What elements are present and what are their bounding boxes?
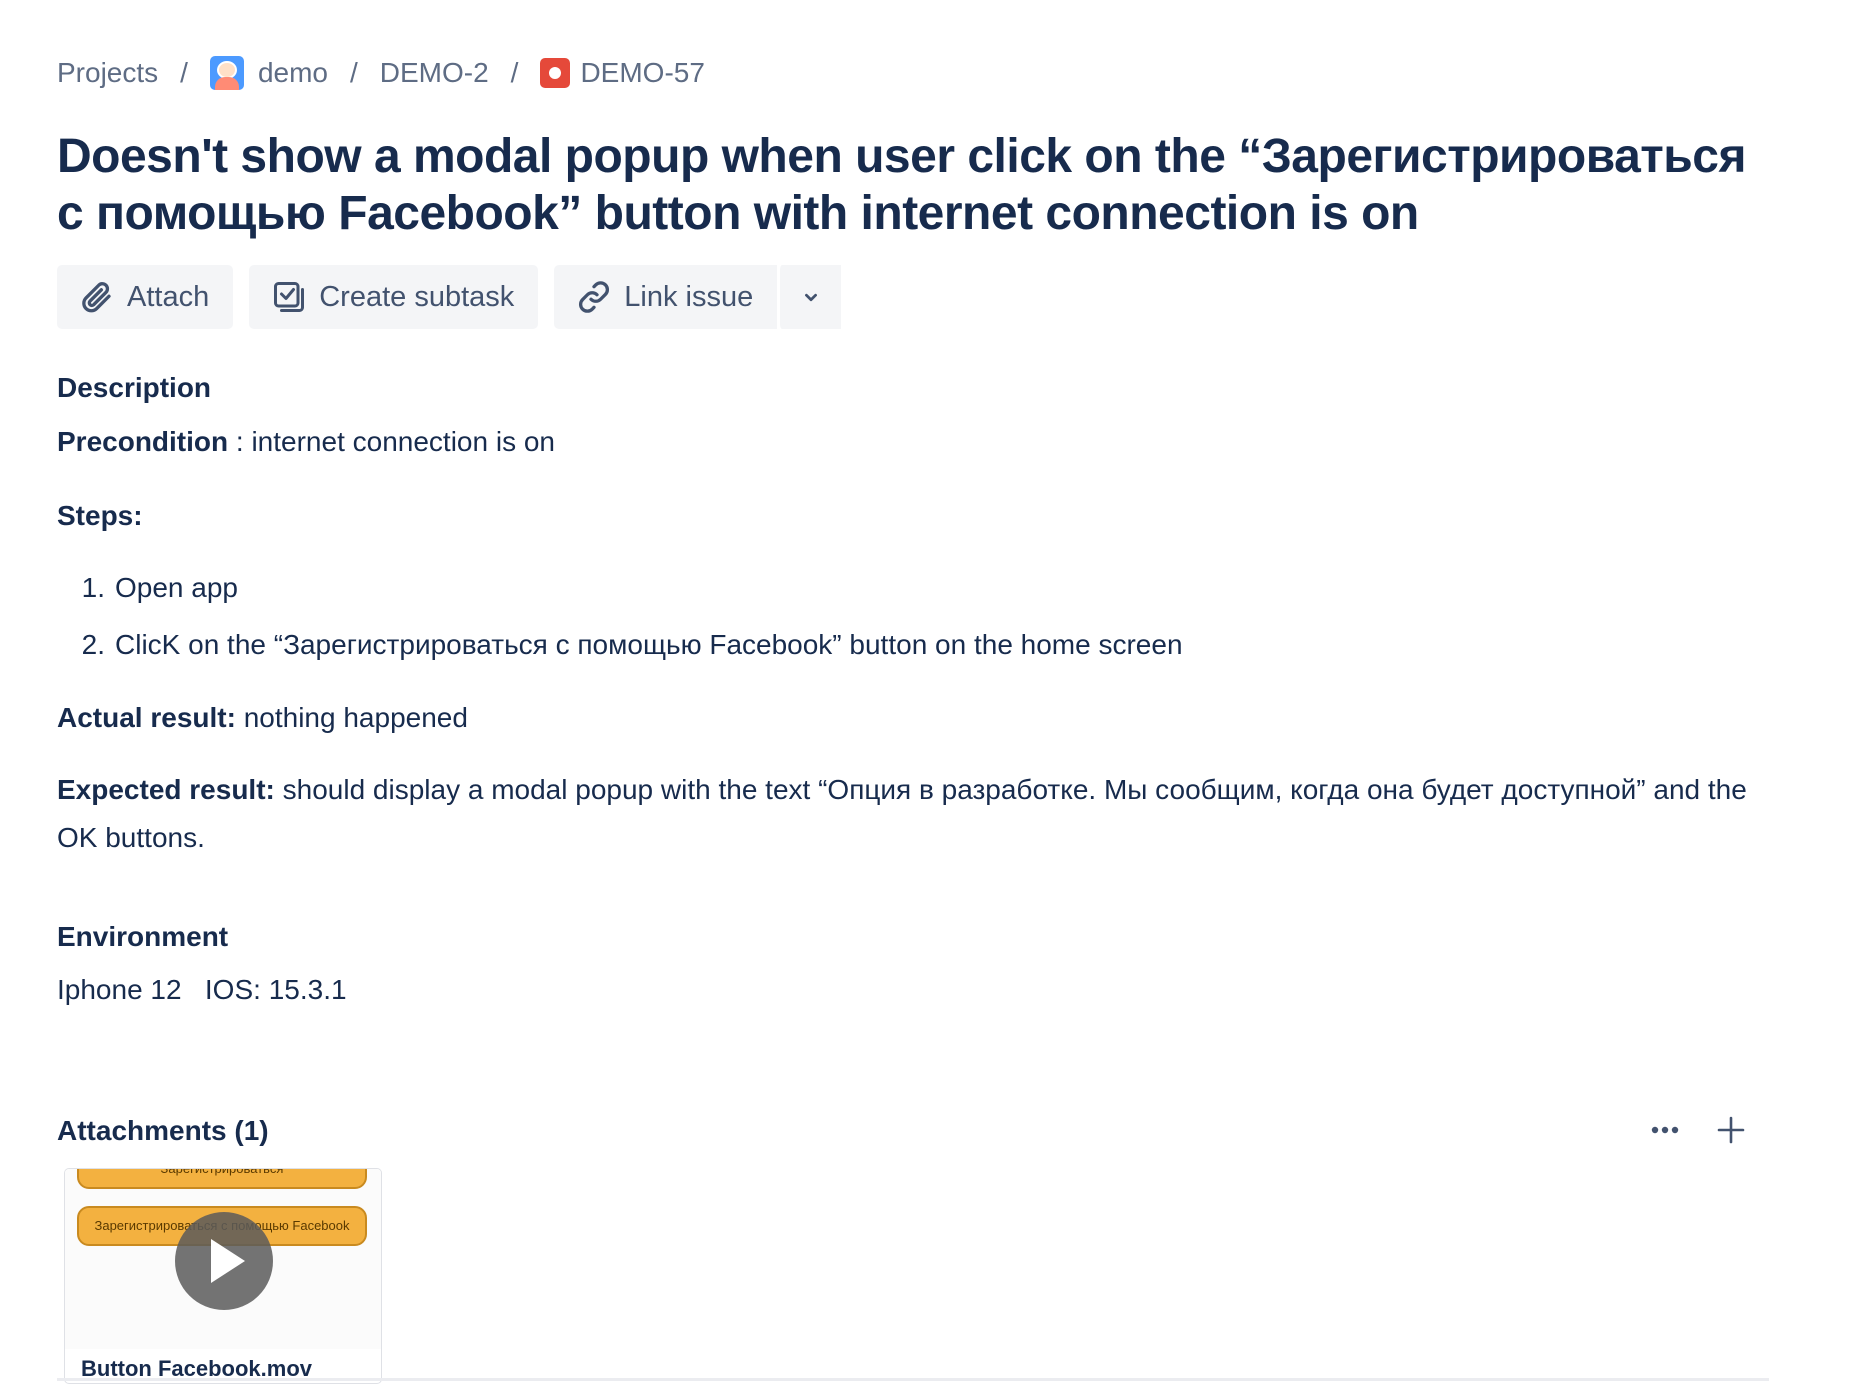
actual-result-label: Actual result:	[57, 702, 236, 733]
create-subtask-button[interactable]: Create subtask	[249, 265, 539, 329]
breadcrumb-separator: /	[349, 57, 358, 88]
attach-label: Attach	[127, 280, 210, 313]
more-icon	[1651, 1126, 1679, 1134]
breadcrumb-separator: /	[180, 57, 188, 88]
expected-result-text: should display a modal popup with the te…	[57, 774, 1747, 853]
bug-icon	[540, 58, 571, 88]
attachment-card[interactable]: Зарегистрироваться Зарегистрироваться с …	[64, 1168, 382, 1384]
issue-toolbar: Attach Create subtask Link issue	[57, 265, 842, 329]
add-attachment-button[interactable]	[1711, 1110, 1751, 1150]
step-text: ClicK on the “Зарегистрироваться с помощ…	[115, 629, 1183, 660]
breadcrumb-project[interactable]: demo	[209, 56, 328, 90]
divider	[57, 1378, 1769, 1381]
precondition-text: : internet connection is on	[228, 426, 555, 457]
attachments-heading: Attachments (1)	[57, 1115, 269, 1146]
steps-paragraph: Steps:	[57, 492, 143, 540]
attachments-actions	[1645, 1110, 1751, 1150]
link-icon	[579, 281, 610, 313]
attachments-more-button[interactable]	[1645, 1110, 1685, 1150]
precondition-paragraph: Precondition : internet connection is on	[57, 418, 555, 466]
environment-heading: Environment	[57, 921, 229, 952]
plus-icon	[1717, 1116, 1745, 1144]
list-item: 1. Open app	[57, 564, 1183, 621]
steps-label: Steps:	[57, 500, 143, 531]
step-number: 1.	[81, 572, 105, 603]
link-issue-button[interactable]: Link issue	[554, 265, 778, 329]
link-issue-label: Link issue	[624, 280, 754, 313]
steps-list: 1. Open app 2. ClicK on the “Зарегистриров…	[57, 564, 1183, 678]
breadcrumb-issue-label: DEMO-57	[580, 57, 705, 88]
breadcrumb: Projects / demo / DEMO-2 / DEMO-57	[57, 56, 705, 90]
description-heading: Description	[57, 372, 212, 403]
expected-result-label: Expected result:	[57, 774, 275, 805]
breadcrumb-projects[interactable]: Projects	[57, 57, 158, 89]
paperclip-icon	[82, 282, 111, 313]
attach-button[interactable]: Attach	[57, 265, 234, 329]
expected-result-paragraph: Expected result: should display a modal …	[57, 766, 1757, 862]
breadcrumb-issue[interactable]: DEMO-57	[540, 57, 705, 89]
step-number: 2.	[81, 629, 105, 660]
list-item: 2. ClicK on the “Зарегистрироваться с пом…	[57, 621, 1183, 678]
breadcrumb-project-label: demo	[257, 57, 328, 88]
attachment-thumbnail: Зарегистрироваться Зарегистрироваться с …	[65, 1169, 381, 1349]
more-actions-dropdown[interactable]	[777, 265, 842, 329]
issue-title[interactable]: Doesn't show a modal popup when user cli…	[57, 128, 1757, 242]
actual-result-paragraph: Actual result: nothing happened	[57, 694, 468, 742]
breadcrumb-epic[interactable]: DEMO-2	[380, 57, 489, 89]
chevron-down-icon	[804, 293, 817, 302]
environment-value[interactable]: Iphone 12 IOS: 15.3.1	[57, 966, 347, 1014]
precondition-label: Precondition	[57, 426, 229, 457]
link-issue-group: Link issue	[554, 265, 842, 329]
project-avatar-icon	[209, 56, 244, 90]
actual-result-text: nothing happened	[235, 702, 468, 733]
play-icon[interactable]	[175, 1212, 273, 1310]
step-text: Open app	[115, 572, 238, 603]
thumbnail-register-button: Зарегистрироваться	[77, 1169, 367, 1189]
subtask-icon	[274, 282, 305, 312]
breadcrumb-separator: /	[510, 57, 519, 88]
create-subtask-label: Create subtask	[319, 280, 515, 313]
